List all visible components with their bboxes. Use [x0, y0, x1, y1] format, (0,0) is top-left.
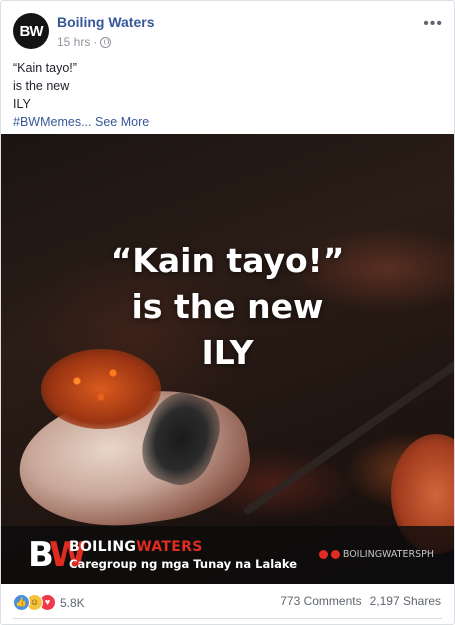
- post-stats: 👍 ☺ ♥ 5.8K 773 Comments 2,197 Shares: [13, 594, 443, 612]
- page-avatar[interactable]: BW: [13, 13, 49, 49]
- brand-handle: BOILINGWATERSPH: [342, 549, 434, 560]
- divider: [13, 618, 442, 619]
- page-name-link[interactable]: Boiling Waters: [57, 14, 155, 30]
- post-timestamp[interactable]: 15 hrs: [57, 35, 90, 49]
- like-icon: 👍: [13, 594, 30, 611]
- post-header: BW Boiling Waters 15 hrs · •••: [13, 13, 443, 53]
- brand-social: BOILINGWATERSPH: [318, 549, 434, 560]
- brand-watermark-bar: BW BOILINGWATERS Caregroup ng mga Tunay …: [1, 526, 454, 584]
- social-icon: [318, 550, 328, 559]
- post-caption: “Kain tayo!” is the new ILY #BWMemes... …: [13, 59, 149, 131]
- social-icon: [330, 550, 340, 559]
- brand-tagline: Caregroup ng mga Tunay na Lalake: [69, 557, 298, 571]
- meme-line: is the new: [131, 287, 324, 326]
- reactions-summary[interactable]: 👍 ☺ ♥ 5.8K: [13, 594, 85, 611]
- meme-text: “Kain tayo!” is the new ILY: [1, 238, 454, 376]
- ellipsis-icon[interactable]: •••: [423, 15, 443, 33]
- brand-name-white: BOILING: [69, 539, 137, 555]
- brand-name-red: WATERS: [136, 539, 203, 555]
- caption-line: ILY: [13, 97, 31, 111]
- globe-icon: [100, 36, 112, 48]
- caption-tail: #BWMemes... See More: [13, 113, 149, 131]
- caption-line: is the new: [13, 79, 70, 93]
- hashtag-link[interactable]: #BWMemes...: [13, 115, 92, 129]
- brand-name: BOILINGWATERS: [69, 539, 203, 555]
- avatar-initials: BW: [19, 22, 44, 40]
- engagement-counts: 773 Comments 2,197 Shares: [280, 594, 441, 608]
- comments-link[interactable]: 773 Comments: [280, 594, 361, 608]
- see-more-link[interactable]: See More: [95, 115, 149, 129]
- shares-link[interactable]: 2,197 Shares: [370, 594, 441, 608]
- post-image[interactable]: “Kain tayo!” is the new ILY BW BOILINGWA…: [1, 134, 454, 584]
- meme-line: “Kain tayo!”: [110, 241, 345, 280]
- meta-dot: ·: [93, 35, 98, 49]
- caption-line: “Kain tayo!”: [13, 61, 77, 75]
- meme-line: ILY: [201, 333, 254, 372]
- reaction-count: 5.8K: [60, 595, 85, 610]
- post-meta: 15 hrs ·: [57, 35, 112, 49]
- post-card: BW Boiling Waters 15 hrs · ••• “Kain tay…: [0, 0, 455, 625]
